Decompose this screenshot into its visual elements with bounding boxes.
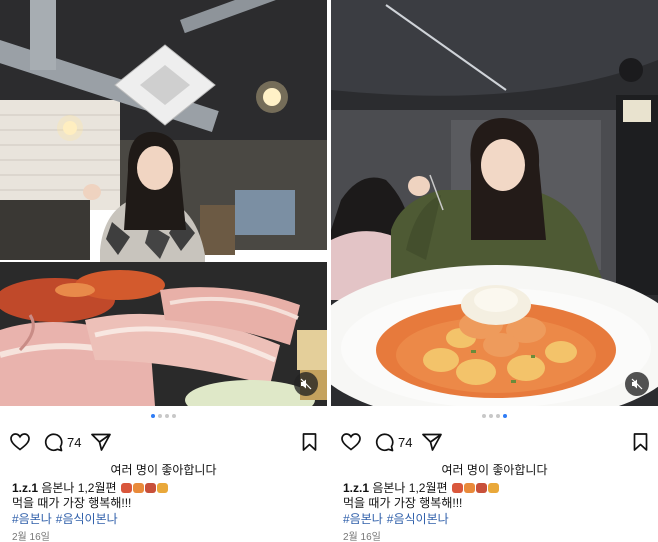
bacon-emoji: [475, 483, 487, 493]
send-icon: [91, 433, 112, 451]
sushi-tray-emoji: [463, 483, 475, 493]
post-left: 74 여러 명이 좋아합니다 1.z.1 음본나 1,2월편 먹을 때가 가장 …: [0, 0, 327, 542]
comment-count: 74: [398, 434, 413, 450]
hashtags: #음본나 #음식이본나: [12, 510, 122, 527]
carousel-dot-active: [503, 414, 507, 418]
beer-emoji: [156, 483, 168, 493]
share-button[interactable]: [91, 431, 112, 453]
hashtags: #음본나 #음식이본나: [343, 510, 453, 527]
likes-text[interactable]: 여러 명이 좋아합니다: [331, 461, 658, 478]
heart-icon: [341, 433, 361, 451]
like-button[interactable]: [341, 431, 361, 453]
carousel-dot: [489, 414, 493, 418]
caption-line2: 먹을 때가 가장 행복해!!!: [343, 496, 463, 510]
carousel-indicator: [0, 414, 327, 418]
comment-icon: [44, 432, 63, 451]
bookmark-icon: [302, 433, 317, 451]
carousel-indicator: [331, 414, 658, 418]
hashtag-link[interactable]: #음식이본나: [387, 512, 449, 526]
bacon-emoji: [451, 483, 463, 493]
carousel-dot: [496, 414, 500, 418]
comment-count: 74: [67, 434, 82, 450]
carousel-dot: [165, 414, 169, 418]
action-bar: 74: [341, 430, 648, 454]
bookmark-icon: [633, 433, 648, 451]
bookmark-button[interactable]: [633, 431, 648, 453]
beer-emoji: [487, 483, 499, 493]
caption-line2: 먹을 때가 가장 행복해!!!: [12, 496, 132, 510]
sushi-tray-emoji: [132, 483, 144, 493]
hashtag-link[interactable]: #음식이본나: [56, 512, 118, 526]
post-right: 74 여러 명이 좋아합니다 1.z.1 음본나 1,2월편 먹을 때가 가장 …: [331, 0, 658, 542]
comment-icon: [375, 432, 394, 451]
carousel-dot: [158, 414, 162, 418]
heart-icon: [10, 433, 30, 451]
send-icon: [422, 433, 443, 451]
hashtag-link[interactable]: #음본나: [12, 512, 52, 526]
post-date: 2월 16일: [343, 532, 381, 542]
username-link[interactable]: 1.z.1: [343, 481, 369, 495]
comment-button[interactable]: [44, 431, 63, 453]
like-button[interactable]: [10, 431, 30, 453]
mute-button[interactable]: [625, 372, 649, 396]
username-link[interactable]: 1.z.1: [12, 481, 38, 495]
comment-button[interactable]: [375, 431, 394, 453]
share-button[interactable]: [422, 431, 443, 453]
mute-button[interactable]: [294, 372, 318, 396]
caption-text: 음본나 1,2월편: [38, 481, 117, 495]
likes-text[interactable]: 여러 명이 좋아합니다: [0, 461, 327, 478]
bacon-emoji: [144, 483, 156, 493]
bookmark-button[interactable]: [302, 431, 317, 453]
action-bar: 74: [10, 430, 317, 454]
carousel-dot: [482, 414, 486, 418]
carousel-dot-active: [151, 414, 155, 418]
hashtag-link[interactable]: #음본나: [343, 512, 383, 526]
post-photo-bbq-restaurant[interactable]: [0, 0, 327, 406]
post-date: 2월 16일: [12, 532, 50, 542]
caption-text: 음본나 1,2월편: [369, 481, 448, 495]
post-photo-pasta[interactable]: [331, 0, 658, 406]
carousel-dot: [172, 414, 176, 418]
bacon-emoji: [120, 483, 132, 493]
mute-icon: [631, 378, 643, 390]
mute-icon: [300, 378, 312, 390]
